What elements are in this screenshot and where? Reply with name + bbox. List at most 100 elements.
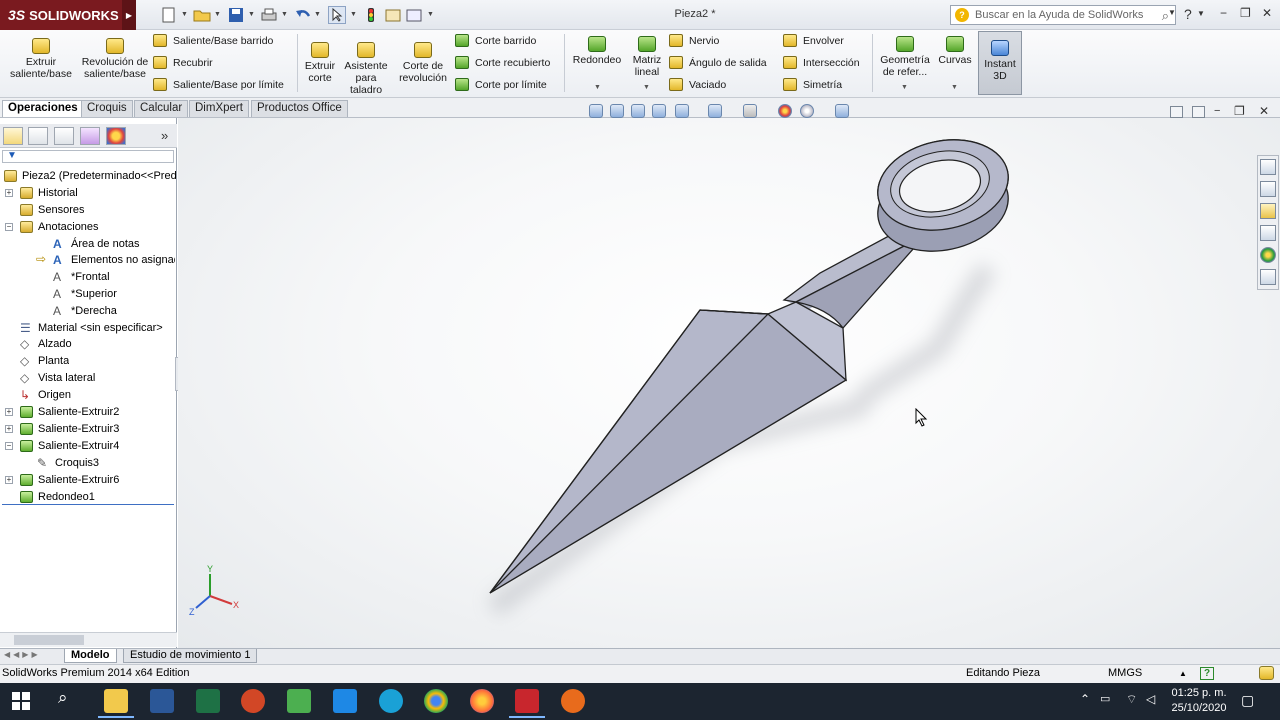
collapse-extrude4-icon[interactable]: −: [5, 442, 13, 450]
boundary-boss-button[interactable]: Saliente/Base por límite: [153, 78, 284, 91]
property-manager-tab-icon[interactable]: [28, 127, 48, 145]
boundary-cut-button[interactable]: Corte por límite: [455, 78, 547, 91]
powerpoint-taskbar-icon[interactable]: [241, 689, 265, 713]
display-style-icon[interactable]: [708, 104, 722, 118]
lofted-cut-button[interactable]: Corte recubierto: [455, 56, 550, 69]
search-taskbar-icon[interactable]: ⌕: [58, 688, 68, 708]
shell-button[interactable]: Vaciado: [669, 78, 726, 91]
expand-extrude6-icon[interactable]: +: [5, 476, 13, 484]
tab-dimxpert[interactable]: DimXpert: [189, 100, 249, 117]
options-icon[interactable]: [405, 6, 423, 24]
new-dropdown-icon[interactable]: ▼: [181, 11, 188, 18]
help-search-input[interactable]: ? Buscar en la Ayuda de SolidWorks ⌕: [950, 5, 1176, 25]
appearances-icon[interactable]: [1260, 247, 1276, 263]
tree-item-anotaciones[interactable]: Anotaciones: [20, 219, 99, 235]
tab-scroll-arrows-icon[interactable]: ◀◀▶▶: [4, 650, 41, 659]
tree-item-saliente-extruir2[interactable]: Saliente-Extruir2: [20, 404, 119, 420]
reference-geometry-button[interactable]: Geometría de refer...: [876, 36, 934, 78]
previous-view-icon[interactable]: [631, 104, 645, 118]
help-dropdown-icon[interactable]: ▼: [1197, 9, 1205, 18]
tree-item-alzado[interactable]: ◇ Alzado: [20, 336, 72, 352]
tab-productos-office[interactable]: Productos Office: [251, 100, 348, 117]
linear-pattern-button[interactable]: Matriz lineal: [628, 36, 666, 78]
tree-filter-field[interactable]: ▼: [2, 150, 174, 163]
dimxpert-manager-tab-icon[interactable]: [80, 127, 100, 145]
hole-wizard-button[interactable]: Asistente para taladro: [341, 42, 391, 96]
tab-estudio-movimiento[interactable]: Estudio de movimiento 1: [123, 649, 258, 663]
mirror-button[interactable]: Simetría: [783, 78, 842, 91]
expand-extrude2-icon[interactable]: +: [5, 408, 13, 416]
undo-dropdown-icon[interactable]: ▼: [314, 11, 321, 18]
panel-expand-icon[interactable]: »: [161, 128, 168, 143]
fillet-dropdown-icon[interactable]: ▼: [594, 84, 601, 91]
word-taskbar-icon[interactable]: [150, 689, 174, 713]
viewport-close-icon[interactable]: ✕: [1259, 104, 1269, 118]
save-dropdown-icon[interactable]: ▼: [248, 11, 255, 18]
collapse-anotaciones-icon[interactable]: −: [5, 223, 13, 231]
zoom-to-area-icon[interactable]: [610, 104, 624, 118]
view-orientation-icon[interactable]: [675, 104, 689, 118]
rebuild-icon[interactable]: [362, 6, 380, 24]
curves-button[interactable]: Curvas: [936, 36, 974, 66]
file-explorer-icon[interactable]: [1260, 203, 1276, 219]
restore-icon[interactable]: ❐: [1240, 6, 1251, 20]
loft-button[interactable]: Recubrir: [153, 56, 213, 69]
select-cursor-icon[interactable]: [328, 6, 346, 24]
hide-show-items-icon[interactable]: [743, 104, 757, 118]
split-view-icon[interactable]: [1170, 106, 1183, 118]
extrude-boss-button[interactable]: Extruir saliente/base: [6, 38, 76, 80]
units-dropdown-icon[interactable]: ▲: [1179, 669, 1187, 678]
tile-view-icon[interactable]: [1192, 106, 1205, 118]
file-properties-icon[interactable]: [384, 6, 402, 24]
tree-item-area-notas[interactable]: A Área de notas: [53, 236, 140, 252]
tab-croquis[interactable]: Croquis: [81, 100, 133, 117]
scrollbar-thumb[interactable]: [14, 635, 84, 645]
tree-item-vista-lateral[interactable]: ◇ Vista lateral: [20, 370, 95, 386]
tree-item-frontal[interactable]: A *Frontal: [53, 269, 110, 285]
zoom-to-fit-icon[interactable]: [589, 104, 603, 118]
tree-item-derecha[interactable]: A *Derecha: [53, 303, 117, 319]
status-units[interactable]: MMGS: [1108, 667, 1142, 679]
draft-button[interactable]: Ángulo de salida: [669, 56, 767, 69]
tree-item-sensores[interactable]: Sensores: [20, 202, 84, 218]
taskbar-clock[interactable]: 01:25 p. m. 25/10/2020: [1166, 686, 1232, 716]
configuration-manager-tab-icon[interactable]: [54, 127, 74, 145]
tab-operaciones[interactable]: Operaciones: [2, 100, 84, 117]
save-icon[interactable]: [227, 6, 245, 24]
tree-item-redondeo1[interactable]: Redondeo1: [20, 489, 95, 505]
tree-item-planta[interactable]: ◇ Planta: [20, 353, 69, 369]
tree-item-saliente-extruir3[interactable]: Saliente-Extruir3: [20, 421, 119, 437]
tree-item-superior[interactable]: A *Superior: [53, 286, 117, 302]
file-explorer-taskbar-icon[interactable]: [98, 689, 134, 718]
rebuild-status-icon[interactable]: [1259, 666, 1274, 680]
reference-geometry-dropdown-icon[interactable]: ▼: [901, 84, 908, 91]
print-icon[interactable]: [260, 6, 278, 24]
pattern-dropdown-icon[interactable]: ▼: [643, 84, 650, 91]
edit-appearance-icon[interactable]: [778, 104, 792, 118]
app-taskbar-icon[interactable]: [287, 689, 311, 713]
undo-icon[interactable]: [294, 6, 312, 24]
instant-3d-button[interactable]: Instant 3D: [978, 40, 1022, 82]
intersect-button[interactable]: Intersección: [783, 56, 860, 69]
close-icon[interactable]: ✕: [1262, 6, 1272, 20]
tree-item-croquis3[interactable]: ✎ Croquis3: [37, 455, 99, 471]
menu-expand-icon[interactable]: ▶: [122, 0, 136, 30]
custom-properties-icon[interactable]: [1260, 269, 1276, 285]
expand-extrude3-icon[interactable]: +: [5, 425, 13, 433]
tree-item-saliente-extruir4[interactable]: Saliente-Extruir4: [20, 438, 119, 454]
design-library-icon[interactable]: [1260, 181, 1276, 197]
viewport-restore-icon[interactable]: ❐: [1234, 104, 1245, 118]
tree-root-part[interactable]: Pieza2 (Predeterminado<<Predeterminado>): [4, 168, 176, 184]
rollback-bar[interactable]: [2, 504, 174, 505]
help-status-icon[interactable]: ?: [1200, 667, 1214, 680]
firefox-taskbar-icon[interactable]: [470, 689, 494, 713]
panel-horizontal-scrollbar[interactable]: [0, 632, 177, 647]
wrap-button[interactable]: Envolver: [783, 34, 844, 47]
view-palette-icon[interactable]: [1260, 225, 1276, 241]
windows-start-icon[interactable]: [12, 692, 30, 710]
new-document-icon[interactable]: [160, 6, 178, 24]
wifi-icon[interactable]: ⌔: [1126, 692, 1137, 707]
revolve-cut-button[interactable]: Corte de revolución: [395, 42, 451, 84]
battery-icon[interactable]: ▭: [1100, 692, 1110, 705]
viewport-minimize-icon[interactable]: −: [1214, 105, 1220, 117]
